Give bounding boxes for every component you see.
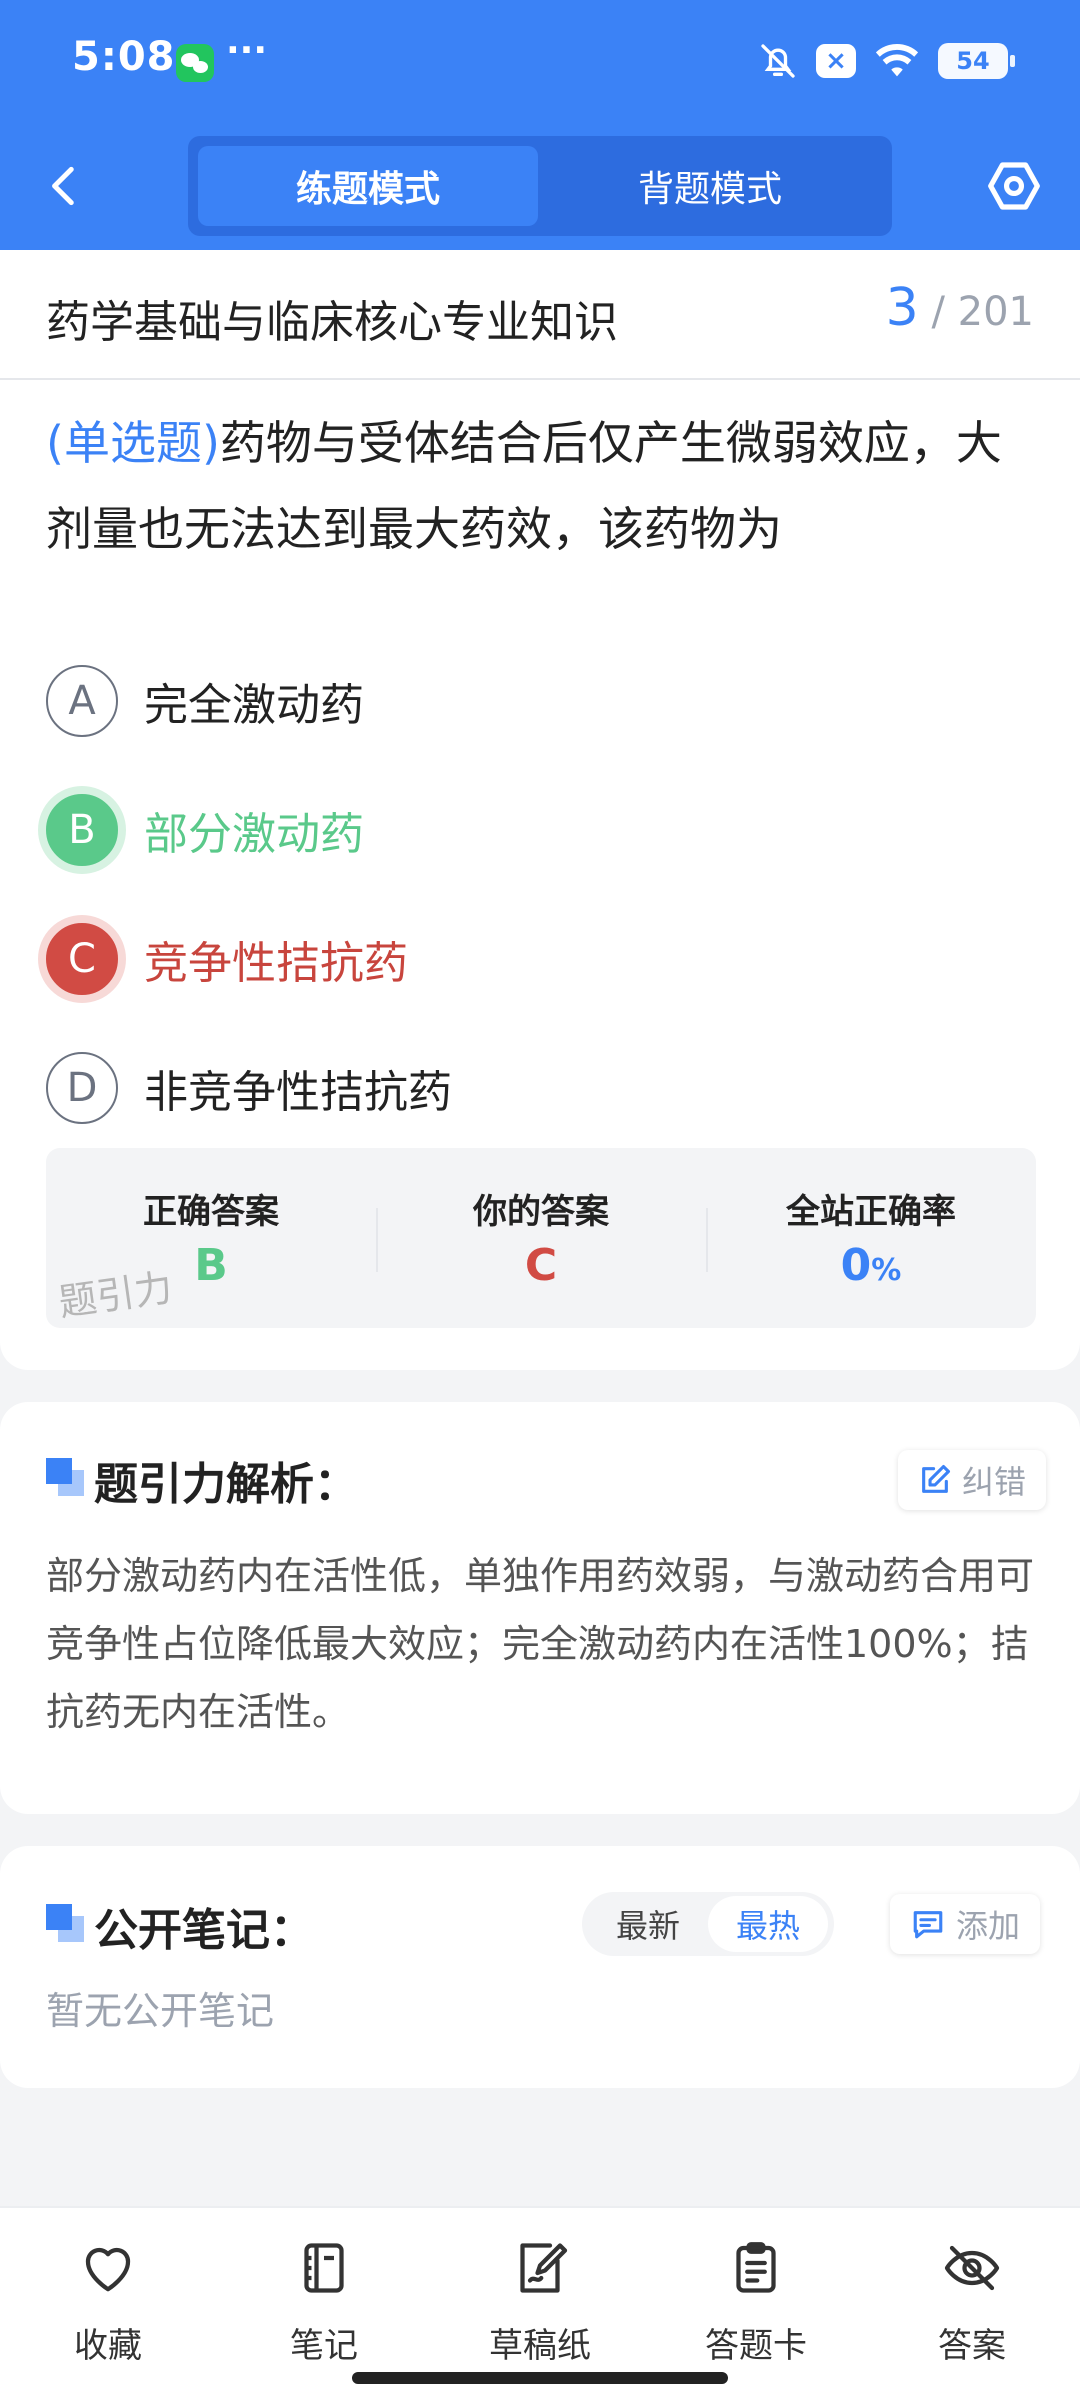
option-text: 非竞争性拮抗药: [144, 1067, 452, 1118]
option-letter: C: [46, 923, 118, 995]
empty-notes-text: 暂无公开笔记: [46, 1989, 275, 2033]
wifi-icon: [875, 43, 919, 77]
option-a-row[interactable]: A 完全激动药: [46, 663, 364, 739]
tab-practice-mode[interactable]: 练题模式: [198, 146, 538, 226]
nav-answer[interactable]: 答案: [864, 2228, 1080, 2378]
notes-sort-switch: 最新 最热: [582, 1892, 834, 1956]
add-note-label: 添加: [956, 1907, 1021, 1945]
tab-recite-mode[interactable]: 背题模式: [540, 146, 880, 226]
your-answer-value: C: [524, 1240, 558, 1291]
notification-x-icon: ×: [816, 44, 856, 78]
option-letter: B: [46, 794, 118, 866]
answer-card-icon: [736, 2242, 776, 2293]
add-note-button[interactable]: 添加: [890, 1894, 1041, 1954]
subject-title: 药学基础与临床核心专业知识: [46, 297, 618, 348]
accuracy-number: 0: [840, 1240, 872, 1291]
nav-notes[interactable]: 笔记: [216, 2228, 432, 2378]
settings-icon[interactable]: [986, 158, 1042, 214]
bell-off-icon: [761, 44, 795, 78]
question-stem: (单选题)药物与受体结合后仅产生微弱效应，大剂量也无法达到最大药效，该药物为: [46, 400, 1036, 572]
wechat-icon: [176, 44, 214, 82]
total-question-count: 201: [957, 289, 1034, 335]
question-type: (单选题): [46, 416, 220, 470]
option-b-row[interactable]: B 部分激动药: [46, 792, 364, 868]
public-notes-card: 公开笔记： 最新 最热 添加 暂无公开笔记: [0, 1846, 1080, 2088]
notes-title: 公开笔记：: [94, 1905, 314, 1956]
comment-icon: [913, 1911, 943, 1939]
home-indicator[interactable]: [352, 2372, 728, 2384]
app-header: 5:08 ··· × 54 练题模式 背题模式: [0, 0, 1080, 250]
question-card: (单选题)药物与受体结合后仅产生微弱效应，大剂量也无法达到最大药效，该药物为 A…: [0, 380, 1080, 1370]
site-accuracy-label: 全站正确率: [786, 1192, 956, 1232]
bottom-toolbar: 收藏 笔记 草稿纸 答题卡 答案: [0, 2206, 1080, 2400]
site-accuracy-value: 0%: [706, 1240, 1036, 1291]
correct-answer-label: 正确答案: [143, 1192, 279, 1232]
heart-icon: [85, 2247, 131, 2292]
option-letter: D: [46, 1052, 118, 1124]
nav-label: 草稿纸: [489, 2326, 591, 2366]
option-text: 完全激动药: [144, 680, 364, 731]
nav-draft[interactable]: 草稿纸: [432, 2228, 648, 2378]
edit-icon: [922, 1464, 951, 1493]
status-icons: × 54: [758, 36, 1015, 86]
notebook-icon: [304, 2243, 344, 2293]
option-letter: A: [46, 665, 118, 737]
sort-hottest[interactable]: 最热: [708, 1896, 828, 1952]
nav-answer-card[interactable]: 答题卡: [648, 2228, 864, 2378]
current-question-number: 3: [885, 278, 919, 338]
status-bar: 5:08 ··· × 54: [0, 0, 1080, 125]
answer-summary: 正确答案 B 你的答案 C 全站正确率 0% 题引力: [46, 1148, 1036, 1328]
analysis-card: 题引力解析： 纠错 部分激动药内在活性低，单独作用药效弱，与激动药合用可竞争性占…: [0, 1402, 1080, 1814]
your-answer-label: 你的答案: [473, 1192, 609, 1232]
nav-favorite[interactable]: 收藏: [0, 2228, 216, 2378]
section-icon: [46, 1904, 84, 1942]
question-counter[interactable]: 3 / 201: [886, 278, 1034, 338]
your-answer: 你的答案 C: [376, 1148, 706, 1328]
section-icon: [46, 1458, 84, 1496]
nav-label: 答题卡: [705, 2326, 807, 2366]
analysis-title: 题引力解析：: [94, 1459, 358, 1510]
accuracy-unit: %: [871, 1253, 902, 1288]
counter-separator: /: [931, 289, 945, 335]
analysis-text: 部分激动药内在活性低，单独作用药效弱，与激动药合用可竞争性占位降低最大效应；完全…: [46, 1554, 1035, 1734]
eye-off-icon: [944, 2245, 1000, 2291]
battery-icon: 54: [938, 43, 1015, 79]
mode-switch: 练题模式 背题模式: [188, 136, 892, 236]
option-d-row[interactable]: D 非竞争性拮抗药: [46, 1050, 452, 1126]
report-error-button[interactable]: 纠错: [898, 1450, 1047, 1510]
report-error-label: 纠错: [962, 1463, 1027, 1501]
option-text: 部分激动药: [144, 809, 364, 860]
site-accuracy: 全站正确率 0%: [706, 1148, 1036, 1328]
sort-latest[interactable]: 最新: [588, 1896, 708, 1952]
more-notifications-icon: ···: [226, 30, 268, 71]
nav-label: 收藏: [74, 2326, 142, 2366]
draft-icon: [520, 2243, 568, 2293]
nav-label: 答案: [938, 2326, 1006, 2366]
subject-bar: 药学基础与临床核心专业知识 3 / 201: [0, 250, 1080, 380]
option-text: 竞争性拮抗药: [144, 938, 408, 989]
nav-label: 笔记: [290, 2326, 358, 2366]
back-icon[interactable]: [40, 158, 90, 214]
status-time: 5:08: [72, 34, 176, 80]
option-c-row[interactable]: C 竞争性拮抗药: [46, 921, 408, 997]
